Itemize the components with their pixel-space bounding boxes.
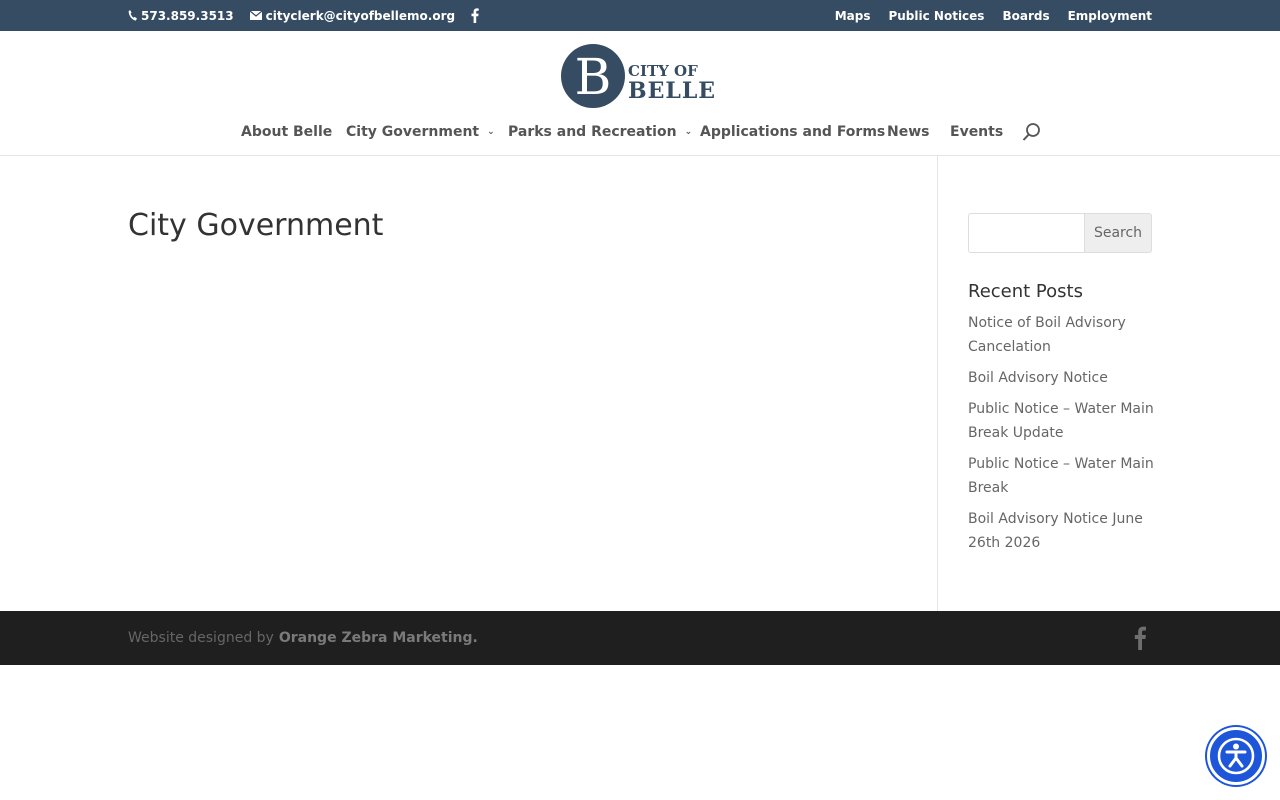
secondary-nav: Maps Public Notices Boards Employment (817, 0, 1152, 31)
page-title: City Government (128, 208, 384, 243)
recent-post-link[interactable]: Boil Advisory Notice (968, 366, 1158, 390)
contact-info: 573.859.3513 cityclerk@cityofbellemo.org (128, 0, 499, 31)
facebook-icon[interactable] (1130, 626, 1150, 650)
nav-label: City Government (346, 124, 480, 140)
facebook-icon (471, 8, 479, 23)
chevron-down-icon: ⌄ (487, 127, 495, 137)
email-address: cityclerk@cityofbellemo.org (265, 8, 456, 23)
site-logo[interactable]: B CITY OF BELLE (560, 43, 714, 109)
search-button[interactable]: Search (1084, 213, 1152, 253)
phone-link[interactable]: 573.859.3513 (128, 9, 234, 23)
nav-news[interactable]: News (887, 119, 929, 145)
chevron-down-icon: ⌄ (684, 127, 693, 137)
nav-label: Events (950, 124, 1004, 140)
recent-posts-list: Notice of Boil Advisory Cancelation Boil… (968, 311, 1158, 562)
nav-events[interactable]: Events (950, 119, 1003, 145)
main-nav: About Belle City Government ⌄ Parks and … (0, 119, 1280, 145)
secondary-nav-public-notices[interactable]: Public Notices (888, 9, 984, 23)
nav-label: Parks and Recreation (508, 124, 677, 140)
phone-number: 573.859.3513 (141, 8, 234, 23)
nav-label: About Belle (241, 124, 333, 140)
logo-initial: B (575, 48, 612, 106)
recent-post-link[interactable]: Notice of Boil Advisory Cancelation (968, 311, 1158, 359)
nav-label: News (887, 124, 930, 140)
recent-post-link[interactable]: Boil Advisory Notice June 26th 2026 (968, 507, 1158, 555)
search-input[interactable] (968, 213, 1085, 253)
search-icon[interactable] (1022, 122, 1042, 142)
top-bar: 573.859.3513 cityclerk@cityofbellemo.org… (0, 0, 1280, 31)
recent-post-link[interactable]: Public Notice – Water Main Break Update (968, 397, 1158, 445)
recent-post-link[interactable]: Public Notice – Water Main Break (968, 452, 1158, 500)
nav-label: Applications and Forms (700, 124, 886, 140)
facebook-link[interactable] (471, 8, 483, 23)
accessibility-button[interactable] (1207, 727, 1265, 785)
nav-parks-and-recreation[interactable]: Parks and Recreation ⌄ (508, 119, 692, 145)
sidebar-divider (937, 156, 938, 611)
logo-line2: BELLE (628, 78, 714, 104)
nav-about-belle[interactable]: About Belle (241, 119, 332, 145)
secondary-nav-employment[interactable]: Employment (1068, 9, 1152, 23)
credit-prefix: Website designed by (128, 630, 274, 646)
email-link[interactable]: cityclerk@cityofbellemo.org (249, 8, 456, 23)
phone-icon (128, 10, 137, 21)
credit-link[interactable]: Orange Zebra Marketing. (279, 630, 478, 646)
nav-city-government[interactable]: City Government ⌄ (346, 119, 495, 145)
accessibility-icon (1217, 737, 1255, 775)
nav-applications-and-forms[interactable]: Applications and Forms (700, 119, 885, 145)
secondary-nav-boards[interactable]: Boards (1002, 9, 1049, 23)
site-header: B CITY OF BELLE About Belle City Governm… (0, 31, 1280, 156)
email-icon (249, 11, 262, 20)
secondary-nav-maps[interactable]: Maps (835, 9, 871, 23)
recent-posts-title: Recent Posts (968, 281, 1083, 302)
footer-credit: Website designed by Orange Zebra Marketi… (128, 611, 478, 665)
site-footer: Website designed by Orange Zebra Marketi… (0, 611, 1280, 665)
